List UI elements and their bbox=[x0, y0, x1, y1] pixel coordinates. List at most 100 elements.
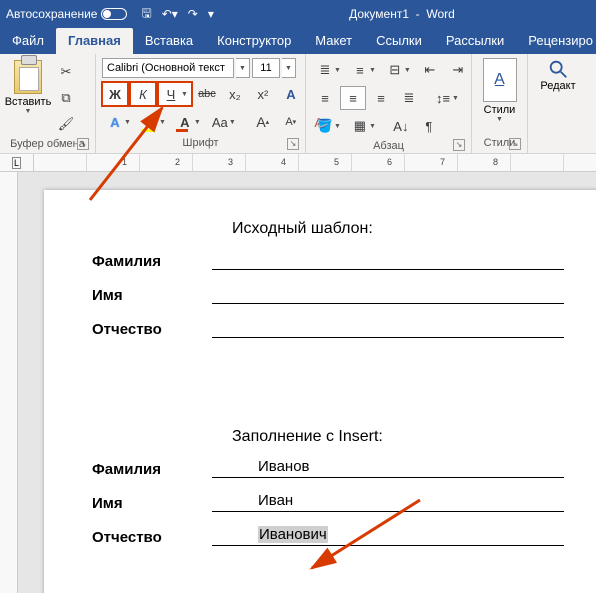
tab-references[interactable]: Ссылки bbox=[364, 28, 434, 54]
line-spacing-icon: ↕≡ bbox=[434, 89, 452, 107]
font-name-input[interactable] bbox=[102, 58, 234, 78]
justify-button[interactable]: ≣ bbox=[396, 86, 422, 110]
tab-file[interactable]: Файл bbox=[0, 28, 56, 54]
group-font: ▼ ▼ Ж К Ч▼ abc x₂ x² A A▼ ✎▼ A▼ Aa▼ A▴ A… bbox=[96, 54, 306, 153]
undo-icon[interactable]: ↶▾ bbox=[162, 7, 178, 21]
tab-review[interactable]: Рецензиро bbox=[516, 28, 596, 54]
align-left-icon: ≡ bbox=[316, 89, 334, 107]
group-styles: A̲ Стили ▼ Стили↘ bbox=[472, 54, 528, 153]
paint-bucket-icon: 🪣 bbox=[316, 117, 334, 135]
dialog-launcher-icon[interactable]: ↘ bbox=[77, 138, 89, 150]
ruler-horizontal[interactable]: L 1 2 3 4 5 6 7 8 bbox=[0, 154, 596, 172]
quick-access-toolbar: 🖫 ↶▾ ↷ ▾ bbox=[141, 4, 213, 25]
align-right-button[interactable]: ≡ bbox=[368, 86, 394, 110]
format-painter-button[interactable]: 🖌 bbox=[53, 112, 79, 136]
increase-indent-button[interactable]: ⇥ bbox=[445, 58, 471, 82]
bold-button[interactable]: Ж bbox=[102, 82, 128, 106]
styles-icon: A̲ bbox=[483, 58, 517, 102]
copy-icon: ⧉ bbox=[57, 89, 75, 107]
dialog-launcher-icon[interactable]: ↘ bbox=[509, 138, 521, 150]
tab-mailings[interactable]: Рассылки bbox=[434, 28, 516, 54]
row-patronymic-1: Отчество bbox=[92, 318, 564, 338]
outdent-icon: ⇤ bbox=[421, 61, 439, 79]
styles-button[interactable]: A̲ Стили ▼ bbox=[480, 58, 520, 123]
font-size-dropdown[interactable]: ▼ bbox=[282, 58, 296, 78]
line-spacing-button[interactable]: ↕≡▼ bbox=[430, 86, 463, 110]
tab-selector[interactable]: L bbox=[0, 154, 34, 171]
tab-insert[interactable]: Вставка bbox=[133, 28, 205, 54]
line-surname-2[interactable]: Иванов bbox=[212, 458, 564, 478]
font-picker[interactable]: ▼ ▼ bbox=[102, 58, 296, 78]
ruler-vertical[interactable] bbox=[0, 172, 18, 593]
chevron-down-icon[interactable]: ▼ bbox=[25, 108, 32, 115]
subscript-button[interactable]: x₂ bbox=[222, 82, 248, 106]
shading-button[interactable]: 🪣▼ bbox=[312, 114, 345, 138]
align-center-button[interactable]: ≡ bbox=[340, 86, 366, 110]
borders-button[interactable]: ▦▼ bbox=[347, 114, 380, 138]
font-color-button[interactable]: A▼ bbox=[172, 110, 205, 134]
multilevel-icon: ⊟ bbox=[386, 61, 404, 79]
toggle-off-icon[interactable] bbox=[101, 8, 127, 20]
selected-text[interactable]: Иванович bbox=[258, 526, 328, 543]
page[interactable]: Исходный шаблон: Фамилия Имя Отчество За… bbox=[44, 190, 596, 593]
row-name-2: Имя Иван bbox=[92, 492, 564, 512]
line-patronymic-1[interactable] bbox=[212, 318, 564, 338]
document-canvas[interactable]: Исходный шаблон: Фамилия Имя Отчество За… bbox=[18, 172, 596, 593]
section1-title: Исходный шаблон: bbox=[232, 220, 564, 238]
text-effects-button[interactable]: A bbox=[278, 82, 304, 106]
redo-icon[interactable]: ↷ bbox=[188, 7, 198, 21]
italic-button[interactable]: К bbox=[130, 82, 156, 106]
line-name-1[interactable] bbox=[212, 284, 564, 304]
strike-button[interactable]: abc bbox=[194, 82, 220, 106]
line-surname-1[interactable] bbox=[212, 250, 564, 270]
multilevel-button[interactable]: ⊟▼ bbox=[382, 58, 415, 82]
save-icon[interactable]: 🖫 bbox=[141, 4, 151, 25]
highlighter-icon: ✎ bbox=[141, 113, 159, 131]
show-marks-button[interactable]: ¶ bbox=[416, 114, 442, 138]
tab-home[interactable]: Главная bbox=[56, 28, 133, 54]
text-effects-icon: A bbox=[282, 85, 300, 103]
numbering-icon: ≡ bbox=[351, 61, 369, 79]
label-surname: Фамилия bbox=[92, 461, 212, 478]
dialog-launcher-icon[interactable]: ↘ bbox=[287, 138, 299, 150]
find-button[interactable]: Редакт bbox=[538, 58, 578, 92]
decrease-indent-button[interactable]: ⇤ bbox=[417, 58, 443, 82]
cut-button[interactable]: ✂ bbox=[53, 60, 79, 84]
font-size-input[interactable] bbox=[252, 58, 280, 78]
shrink-font-button[interactable]: A▾ bbox=[278, 110, 304, 134]
autosave-toggle[interactable]: Автосохранение bbox=[6, 7, 127, 21]
sort-button[interactable]: A↓ bbox=[388, 114, 414, 138]
grow-font-button[interactable]: A▴ bbox=[250, 110, 276, 134]
scissors-icon: ✂ bbox=[57, 63, 75, 81]
clipboard-icon bbox=[14, 60, 42, 94]
align-right-icon: ≡ bbox=[372, 89, 390, 107]
align-center-icon: ≡ bbox=[344, 89, 362, 107]
group-paragraph: ≣▼ ≡▼ ⊟▼ ⇤ ⇥ ≡ ≡ ≡ ≣ ↕≡▼ 🪣▼ ▦▼ A↓ ¶ bbox=[306, 54, 472, 153]
ribbon: Вставить ▼ ✂ ⧉ 🖌 Буфер обмена↘ ▼ ▼ Ж К Ч… bbox=[0, 54, 596, 154]
highlight-button[interactable]: ✎▼ bbox=[137, 110, 170, 134]
superscript-button[interactable]: x² bbox=[250, 82, 276, 106]
label-surname: Фамилия bbox=[92, 253, 212, 270]
tab-design[interactable]: Конструктор bbox=[205, 28, 303, 54]
justify-icon: ≣ bbox=[400, 89, 418, 107]
group-editing: Редакт bbox=[528, 54, 588, 153]
paste-button[interactable]: Вставить ▼ bbox=[6, 58, 50, 117]
change-case-button[interactable]: Aa▼ bbox=[207, 110, 240, 134]
numbering-button[interactable]: ≡▼ bbox=[347, 58, 380, 82]
row-surname-2: Фамилия Иванов bbox=[92, 458, 564, 478]
align-left-button[interactable]: ≡ bbox=[312, 86, 338, 110]
bullets-button[interactable]: ≣▼ bbox=[312, 58, 345, 82]
line-name-2[interactable]: Иван bbox=[212, 492, 564, 512]
window-title: Документ1 - Word bbox=[214, 7, 590, 21]
tab-layout[interactable]: Макет bbox=[303, 28, 364, 54]
font-name-dropdown[interactable]: ▼ bbox=[236, 58, 250, 78]
section2-title: Заполнение с Insert: bbox=[232, 428, 564, 446]
copy-button[interactable]: ⧉ bbox=[53, 86, 79, 110]
underline-button[interactable]: Ч▼ bbox=[158, 82, 192, 106]
sort-icon: A↓ bbox=[392, 117, 410, 135]
label-patronymic: Отчество bbox=[92, 321, 212, 338]
label-name: Имя bbox=[92, 287, 212, 304]
line-patronymic-2[interactable]: Иванович bbox=[212, 526, 564, 546]
font-outline-button[interactable]: A▼ bbox=[102, 110, 135, 134]
dialog-launcher-icon[interactable]: ↘ bbox=[453, 139, 465, 151]
